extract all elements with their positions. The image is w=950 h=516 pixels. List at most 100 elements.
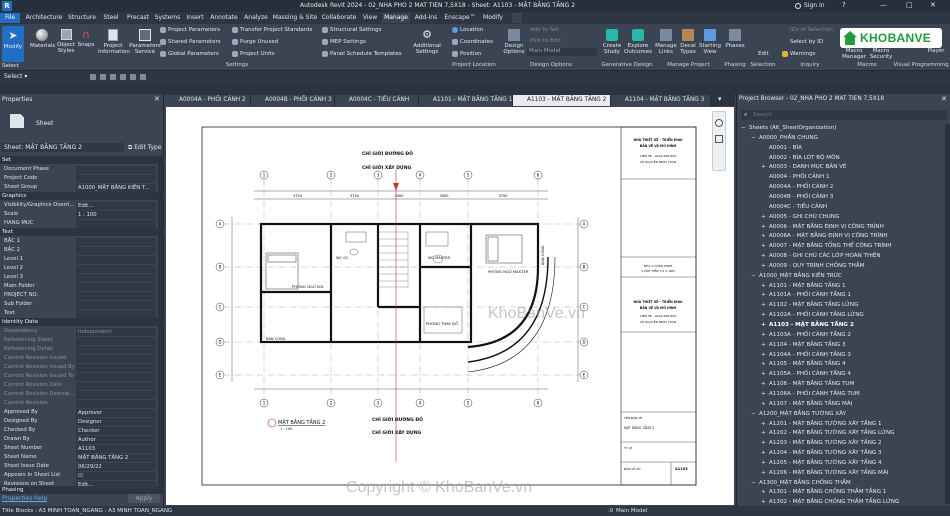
property-value[interactable] [76, 345, 156, 354]
pan-icon[interactable] [715, 135, 723, 143]
modify-button[interactable]: ➤ Modify [2, 26, 24, 62]
browser-item[interactable]: A0002 - BÌA LÓT BỘ MÔN [761, 154, 840, 163]
expand-toggle-icon[interactable]: + [761, 449, 769, 458]
property-value[interactable] [76, 255, 156, 264]
expand-toggle-icon[interactable]: + [761, 341, 769, 350]
browser-item[interactable]: + A1101A - PHỐI CẢNH TẦNG 1 [761, 291, 851, 300]
macro-manager-button[interactable]: Macro Manager [840, 48, 868, 60]
select-by-id-button[interactable]: Select by ID [790, 39, 840, 45]
structural-settings-button[interactable]: Structural Settings [330, 27, 390, 33]
object-styles-button[interactable]: Object Styles [55, 26, 77, 60]
tab-add-ins[interactable]: Add-Ins [412, 13, 440, 23]
browser-item[interactable]: + A1105A - PHỐI CẢNH TẦNG 4 [761, 370, 851, 379]
browser-item[interactable]: + A1105 - MẶT BẰNG TẦNG 4 [761, 360, 846, 369]
browser-item[interactable]: + A1203 - MẶT BẰNG TƯỜNG XÂY TẦNG 2 [761, 439, 882, 448]
status-design-option[interactable]: Main Model [614, 506, 678, 516]
browser-item[interactable]: + A0003 - DANH MỤC BẢN VẼ [761, 163, 846, 172]
project-parameters-button[interactable]: Project Parameters [168, 27, 230, 33]
expand-toggle-icon[interactable]: + [761, 232, 769, 241]
property-value[interactable]: Edit... [76, 201, 156, 210]
tabs-overflow-icon[interactable]: ▾ [718, 95, 722, 103]
browser-item[interactable]: + A0007 - MẶT BẰNG TỔNG THỂ CÔNG TRÌNH [761, 242, 891, 251]
property-value[interactable] [76, 291, 156, 300]
panel-schedule-templates-button[interactable]: Panel Schedule Templates [330, 51, 410, 57]
tab-collaborate[interactable]: Collaborate [320, 13, 358, 23]
maximize-icon[interactable]: □ [906, 1, 913, 9]
property-value[interactable] [76, 363, 156, 372]
tab-structure[interactable]: Structure [66, 13, 98, 23]
browser-item[interactable]: + A1101 - MẶT BẰNG TẦNG 1 [761, 282, 846, 291]
macro-security-button[interactable]: Macro Security [868, 48, 894, 60]
property-row[interactable]: Sheet Name MẶT BẰNG TẦNG 2 [0, 453, 157, 462]
property-row[interactable]: Appears In Sheet List ☑ [0, 471, 157, 480]
location-button[interactable]: Location [460, 27, 500, 33]
project-units-button[interactable]: Project Units [240, 51, 300, 57]
property-value[interactable] [76, 165, 156, 174]
additional-settings-button[interactable]: ⚙ Additional Settings [410, 26, 444, 60]
property-row[interactable]: Sub Folder [0, 300, 157, 309]
edit-selection-button[interactable]: Edit [758, 51, 778, 57]
materials-button[interactable]: Materials [30, 26, 55, 60]
expand-toggle-icon[interactable]: + [761, 488, 769, 497]
tab-modify[interactable]: Modify [480, 13, 506, 23]
property-value[interactable]: Approver [76, 408, 156, 417]
tab-insert[interactable]: Insert [184, 13, 206, 23]
browser-item[interactable]: A0004 - PHỐI CẢNH 1 [761, 173, 830, 182]
close-properties-icon[interactable]: ✕ [154, 95, 160, 103]
help-icon[interactable]: ? [842, 1, 846, 9]
mep-settings-button[interactable]: MEP Settings [330, 39, 390, 45]
property-row[interactable]: HANG MUC [0, 219, 157, 228]
property-value[interactable] [76, 354, 156, 363]
browser-item[interactable]: − A1300_MẶT BẰNG CHỐNG THẤM [751, 479, 851, 488]
expand-toggle-icon[interactable]: + [761, 469, 769, 478]
instance-selector[interactable]: Sheet: MẶT BẰNG TẦNG 2 [2, 143, 124, 152]
browser-item[interactable]: + A1103 - MẶT BẰNG TẦNG 2 [761, 321, 854, 330]
snaps-button[interactable]: ∩ Snaps [77, 26, 95, 60]
expand-toggle-icon[interactable]: + [761, 262, 769, 271]
section-set[interactable]: Set [0, 156, 164, 164]
property-value[interactable] [76, 381, 156, 390]
expand-toggle-icon[interactable]: + [761, 213, 769, 222]
properties-help-link[interactable]: Properties help [2, 495, 47, 502]
expand-toggle-icon[interactable]: − [751, 479, 759, 488]
tab-enscape[interactable]: Enscape™ [442, 13, 478, 23]
revit-app-icon[interactable]: R [2, 1, 12, 11]
browser-item[interactable]: + A1107 - MẶT BẰNG TẦNG MÁI [761, 400, 852, 409]
browser-item[interactable]: + A1301 - MẶT BẰNG CHỐNG THẤM TẦNG 1 [761, 488, 886, 497]
browser-item[interactable]: + A1104 - MẶT BẰNG TẦNG 3 [761, 341, 846, 350]
property-value[interactable] [76, 309, 156, 318]
property-value[interactable] [76, 282, 156, 291]
expand-toggle-icon[interactable]: + [761, 459, 769, 468]
property-row[interactable]: Current Revision [0, 399, 157, 408]
tab-analyze[interactable]: Analyze [242, 13, 270, 23]
property-row[interactable]: Sheet Number A1103 [0, 444, 157, 453]
browser-item[interactable]: + A1204 - MẶT BẰNG TƯỜNG XÂY TẦNG 3 [761, 449, 882, 458]
expand-toggle-icon[interactable]: + [761, 370, 769, 379]
manage-links-button[interactable]: Manage Links [655, 26, 677, 60]
browser-item[interactable]: + A1103A - PHỐI CẢNH TẦNG 2 [761, 331, 851, 340]
browser-scrollbar[interactable] [945, 124, 950, 504]
browser-item[interactable]: + A1106A - PHỐI CẢNH TẦNG TUM [761, 390, 860, 399]
property-row[interactable]: Text [0, 309, 157, 318]
browser-item[interactable]: − A1200_MẶT BẰNG TƯỜNG XÂY [751, 410, 846, 419]
user-icon[interactable] [795, 3, 801, 9]
transfer-project-standards-button[interactable]: Transfer Project Standards [240, 27, 316, 33]
property-value[interactable]: 1 : 100 [76, 210, 156, 219]
position-button[interactable]: Position [460, 51, 500, 57]
browser-item[interactable]: + A1106 - MẶT BẰNG TẦNG TUM [761, 380, 854, 389]
browser-item[interactable]: + A1201 - MẶT BẰNG TƯỜNG XÂY TẦNG 1 [761, 420, 882, 429]
property-value[interactable] [76, 399, 156, 408]
phases-button[interactable]: Phases [724, 26, 746, 60]
expand-toggle-icon[interactable]: + [761, 163, 769, 172]
expand-toggle-icon[interactable]: + [761, 223, 769, 232]
properties-scrollbar[interactable] [158, 156, 163, 494]
property-row[interactable]: Current Revision Descrip... [0, 390, 157, 399]
browser-item[interactable]: + A1104A - PHỐI CẢNH TẦNG 3 [761, 351, 851, 360]
property-row[interactable]: Approved By Approver [0, 408, 157, 417]
property-value[interactable]: 06/29/22 [76, 462, 156, 471]
property-row[interactable]: Visibility/Graphics Overri... Edit... [0, 201, 157, 210]
select-dropdown[interactable]: Select [2, 63, 26, 69]
create-study-button[interactable]: Create Study [600, 26, 624, 60]
dynamo-player-button[interactable]: Player [924, 48, 948, 54]
expand-toggle-icon[interactable]: + [761, 321, 769, 330]
